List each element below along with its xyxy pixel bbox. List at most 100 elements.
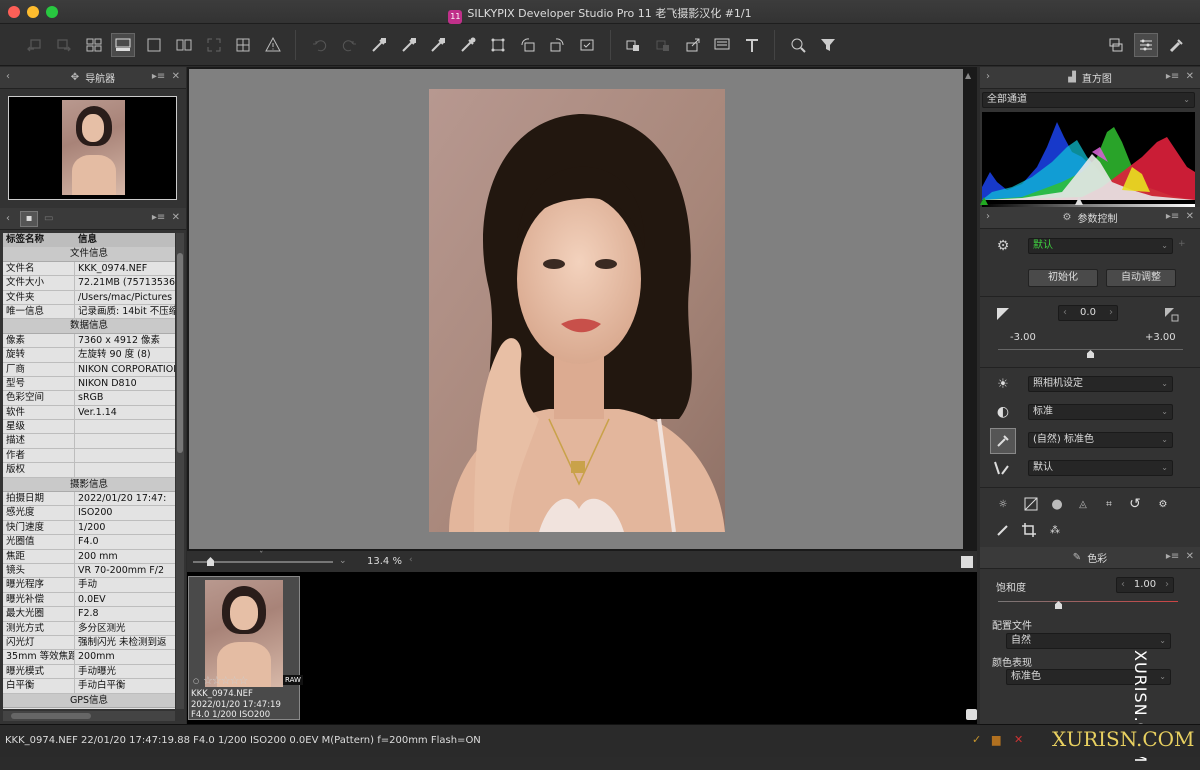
monitor-icon[interactable] xyxy=(710,33,734,57)
info-row[interactable]: 镜头 VR 70-200mm F/2 xyxy=(3,563,175,579)
thumbnail-mark-icon[interactable]: ○ xyxy=(193,677,199,685)
info-h-scrollbar[interactable] xyxy=(3,711,175,721)
advanced-settings-icon[interactable]: ⚙ xyxy=(1154,495,1172,513)
zoom-chevron-icon[interactable]: ˇ xyxy=(259,551,264,561)
warning-icon[interactable] xyxy=(261,33,285,57)
saturation-slider[interactable] xyxy=(998,601,1178,602)
info-row[interactable]: 文件大小 72.21MB (75713536 xyxy=(3,276,175,291)
sharpness-icon[interactable] xyxy=(992,459,1010,477)
panel-menu-icon[interactable]: ▸≡ ✕ xyxy=(152,71,180,82)
info-row[interactable]: 型号 NIKON D810 xyxy=(3,376,175,392)
initialize-button[interactable]: 初始化 xyxy=(1028,269,1098,287)
info-row[interactable]: 光圈值 F4.0 xyxy=(3,535,175,550)
color-dropper-icon[interactable] xyxy=(990,428,1016,454)
info-panel-menu-icon[interactable]: ▸≡ ✕ xyxy=(152,212,180,223)
batch-develop-icon[interactable] xyxy=(651,33,675,57)
white-balance-select[interactable]: 照相机设定 ⌄ xyxy=(1028,376,1173,392)
tone-select[interactable]: 标准 ⌄ xyxy=(1028,404,1173,420)
status-check-icon[interactable]: ✓ xyxy=(972,733,981,746)
color-panel-menu-icon[interactable]: ▸≡ ✕ xyxy=(1166,551,1194,562)
loupe-icon[interactable] xyxy=(786,33,810,57)
next-image-icon[interactable] xyxy=(52,33,76,57)
adjust-panel-icon[interactable] xyxy=(1134,33,1158,57)
info-row[interactable]: 色彩空间 sRGB xyxy=(3,391,175,406)
filter-icon[interactable] xyxy=(816,33,840,57)
transform-icon[interactable] xyxy=(486,33,510,57)
navigator-preview[interactable] xyxy=(8,96,177,200)
redo-icon[interactable] xyxy=(337,33,361,57)
folder-tab-icon[interactable]: ▭ xyxy=(44,213,53,224)
crop-icon[interactable] xyxy=(1020,521,1038,539)
info-row[interactable]: 测光方式 多分区测光 xyxy=(3,621,175,636)
info-row[interactable]: 曝光补偿 0.0EV xyxy=(3,592,175,608)
info-row[interactable]: 曝光模式 手动曝光 xyxy=(3,664,175,680)
preset-add-icon[interactable]: + xyxy=(1178,239,1186,249)
params-menu-icon[interactable]: ▸≡ ✕ xyxy=(1166,211,1194,222)
info-row[interactable]: 旋转 左旋转 90 度 (8) xyxy=(3,348,175,363)
exposure-value-box[interactable]: ‹ 0.0 › xyxy=(1058,305,1118,321)
info-row[interactable]: 拍摄日期 2022/01/20 17:47: xyxy=(3,492,175,507)
info-row[interactable]: 焦距 200 mm xyxy=(3,549,175,564)
spot-removal-icon[interactable]: ⁂ xyxy=(1046,521,1064,539)
info-row[interactable]: 软件 Ver.1.14 xyxy=(3,405,175,421)
info-row[interactable]: 版权 xyxy=(3,463,175,478)
info-row[interactable]: 文件夹/Users/mac/Pictures xyxy=(3,290,175,305)
crop-guide-icon[interactable]: ⌗ xyxy=(1100,495,1118,513)
info-row[interactable]: 文件名 KKK_0974.NEF xyxy=(3,261,175,277)
collapse-info-icon[interactable]: ‹ xyxy=(6,213,10,224)
brush-tool-icon[interactable] xyxy=(994,521,1012,539)
info-row[interactable]: 星级 xyxy=(3,420,175,435)
fit-screen-icon[interactable] xyxy=(961,556,973,568)
saturation-value-box[interactable]: ‹ 1.00 › xyxy=(1116,577,1174,593)
spot-tool-icon[interactable] xyxy=(456,33,480,57)
viewer-v-scroll-up[interactable]: ▲ xyxy=(965,71,971,80)
info-row[interactable]: 厂商 NIKON CORPORATION xyxy=(3,362,175,377)
exposure-slider-knob[interactable] xyxy=(1087,350,1094,358)
zoom-slider[interactable] xyxy=(193,561,333,563)
filmstrip-settings-icon[interactable] xyxy=(966,709,977,720)
preview-view-icon[interactable] xyxy=(111,33,135,57)
auto-exposure-icon[interactable] xyxy=(1162,305,1180,323)
brush-icon[interactable] xyxy=(1164,33,1188,57)
zoom-dropdown-icon[interactable]: ⌄ xyxy=(339,556,347,566)
info-row[interactable]: 最大光圈 F2.8 xyxy=(3,607,175,622)
single-view-icon[interactable] xyxy=(142,33,166,57)
saturation-increase-icon[interactable]: › xyxy=(1165,578,1169,592)
histogram-channel-select[interactable]: 全部通道 ⌄ xyxy=(982,92,1195,108)
rotate-left-icon[interactable] xyxy=(516,33,540,57)
collapse-right-icon[interactable]: › xyxy=(986,71,990,82)
image-viewer[interactable] xyxy=(189,69,963,549)
grid-overlay-icon[interactable] xyxy=(231,33,255,57)
paste-params-icon[interactable] xyxy=(397,33,421,57)
mark-icon[interactable] xyxy=(575,33,599,57)
auto-adjust-button[interactable]: 自动调整 xyxy=(1106,269,1176,287)
paste-all-icon[interactable] xyxy=(426,33,450,57)
sharpness-select[interactable]: 默认 ⌄ xyxy=(1028,460,1173,476)
info-tab-icon[interactable]: ▪ xyxy=(20,210,38,227)
info-row[interactable]: 曝光程序 手动 xyxy=(3,578,175,593)
hammer-icon[interactable] xyxy=(740,33,764,57)
histogram-menu-icon[interactable]: ▸≡ ✕ xyxy=(1166,71,1194,82)
zoom-value[interactable]: 13.4 % xyxy=(367,556,402,567)
status-reject-icon[interactable]: ✕ xyxy=(1014,733,1023,746)
tone-curve-icon[interactable] xyxy=(1022,495,1040,513)
color-select[interactable]: (自然) 标准色 ⌄ xyxy=(1028,432,1173,448)
undo-icon[interactable] xyxy=(308,33,332,57)
status-folder-icon[interactable]: ▆ xyxy=(992,733,1000,746)
info-row[interactable]: 快门速度 1/200 xyxy=(3,520,175,536)
saturation-slider-knob[interactable] xyxy=(1055,601,1062,609)
exposure-slider[interactable] xyxy=(998,349,1183,350)
white-balance-icon[interactable]: ☀ xyxy=(994,375,1012,393)
window-layout-icon[interactable] xyxy=(1104,33,1128,57)
compare-view-icon[interactable] xyxy=(172,33,196,57)
saturation-decrease-icon[interactable]: ‹ xyxy=(1121,578,1125,592)
preset-select[interactable]: 默认 ⌄ xyxy=(1028,238,1173,254)
profile-select[interactable]: 自然 ⌄ xyxy=(1006,633,1171,649)
info-row[interactable]: 描述 xyxy=(3,434,175,449)
info-row[interactable]: 像素 7360 x 4912 像素 xyxy=(3,333,175,349)
exposure-increase-icon[interactable]: › xyxy=(1109,306,1113,320)
gear-icon[interactable]: ⚙ xyxy=(994,237,1012,255)
prev-image-icon[interactable] xyxy=(22,33,46,57)
copy-params-icon[interactable] xyxy=(367,33,391,57)
rotate-right-icon[interactable] xyxy=(545,33,569,57)
